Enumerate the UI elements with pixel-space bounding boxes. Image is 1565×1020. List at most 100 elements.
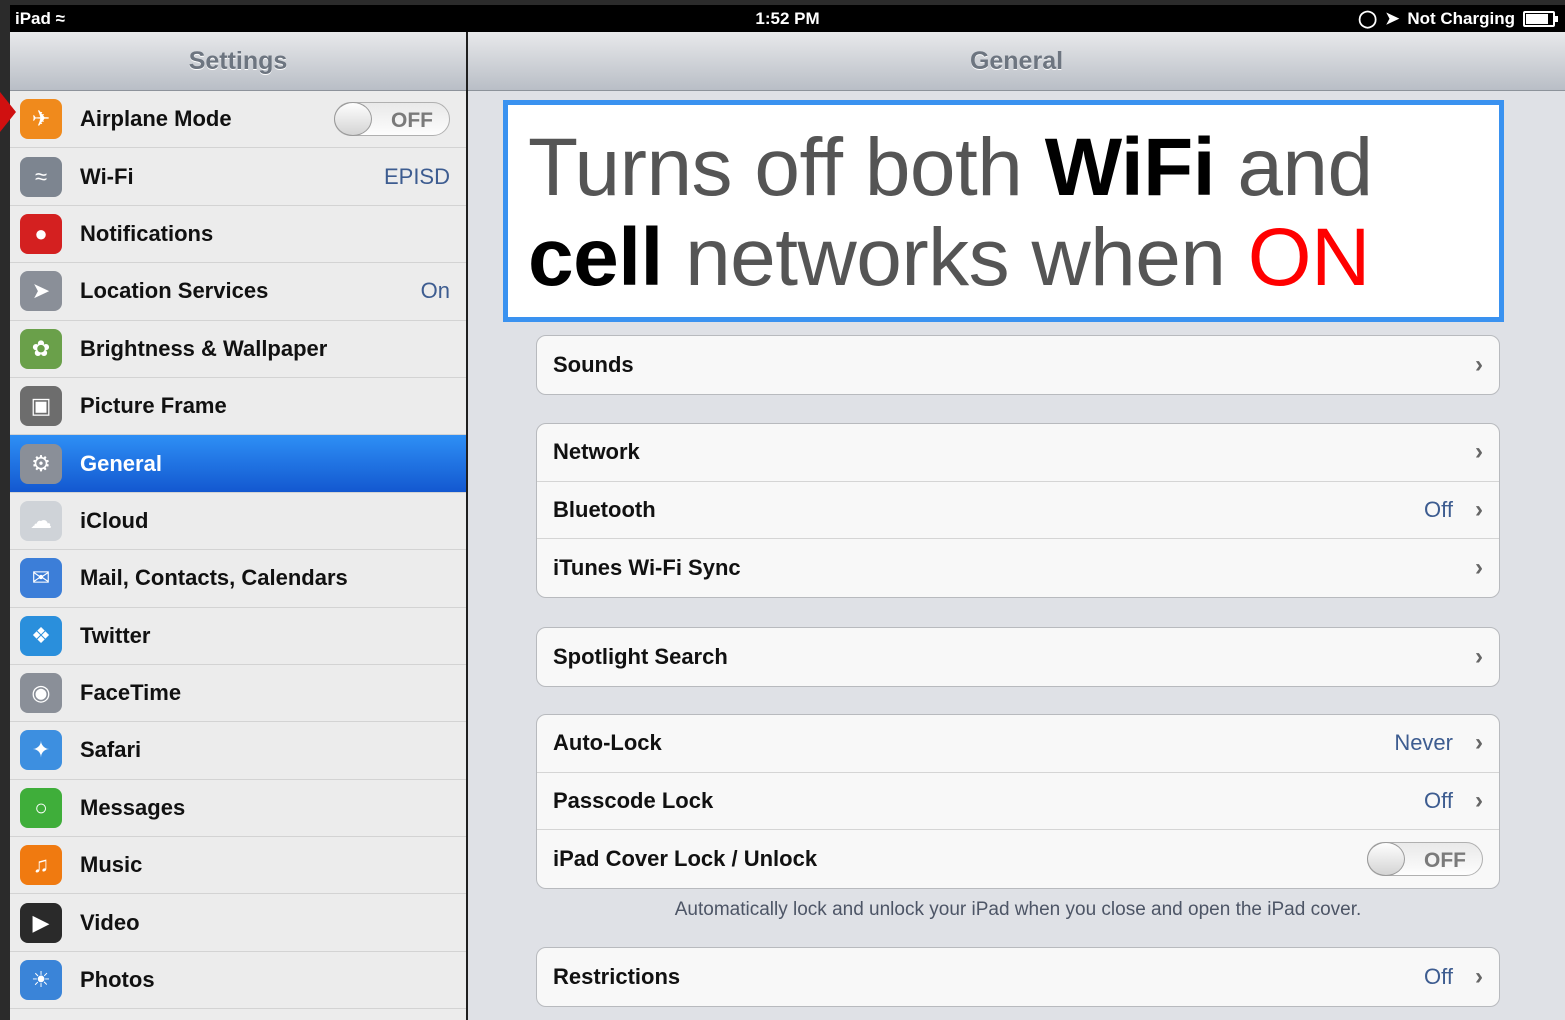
sidebar-item-value: EPISD: [383, 163, 450, 189]
picture-frame-icon: ▣: [20, 386, 62, 427]
row-label: Restrictions: [553, 963, 681, 989]
sidebar-item-label: Mail, Contacts, Calendars: [80, 565, 348, 591]
chevron-right-icon: ›: [1475, 786, 1483, 814]
sidebar-item-label: Safari: [80, 737, 142, 763]
settings-group: Auto-Lock Never › Passcode Lock Off › iPad Cov…: [536, 714, 1500, 889]
messages-icon: ○: [20, 787, 62, 828]
photos-icon: ☀: [20, 960, 62, 1001]
sidebar-item-music[interactable]: ♫ Music: [10, 837, 466, 895]
status-time: 1:52 PM: [755, 9, 820, 28]
callout-text-3: networks when: [662, 212, 1248, 303]
sidebar-item-video[interactable]: ▶ Video: [10, 894, 466, 952]
battery-icon: [1523, 11, 1558, 27]
sidebar-item-label: Twitter: [80, 622, 151, 648]
sidebar-item-label: Picture Frame: [80, 393, 227, 419]
callout-box: Turns off both WiFi and cell networks whe…: [503, 100, 1504, 322]
sidebar-item-brightness-wallpaper[interactable]: ✿ Brightness & Wallpaper: [10, 321, 466, 378]
sidebar-item-general[interactable]: ⚙ General: [10, 435, 466, 493]
sidebar-item-safari[interactable]: ✦ Safari: [10, 722, 466, 780]
sidebar-item-label: Video: [80, 909, 140, 935]
status-bar: iPad ≈ 1:52 PM ◯ ➤ Not Charging: [10, 5, 1565, 32]
chevron-right-icon: ›: [1475, 553, 1483, 581]
chevron-right-icon: ›: [1475, 438, 1483, 466]
sidebar-item-label: Wi-Fi: [80, 163, 134, 189]
row-value: Off: [1424, 496, 1453, 522]
sidebar-item-label: iCloud: [80, 507, 149, 533]
settings-group: Spotlight Search ›: [536, 627, 1500, 687]
charging-status: Not Charging: [1407, 9, 1515, 28]
row-label: Spotlight Search: [553, 643, 728, 669]
sidebar-item-label: General: [80, 450, 162, 476]
general-row-network[interactable]: Network ›: [537, 424, 1499, 482]
sidebar-title: Settings: [10, 32, 466, 91]
sidebar-item-airplane-mode[interactable]: ✈ Airplane Mode OFF: [10, 91, 466, 149]
sidebar-item-label: Photos: [80, 967, 155, 993]
toggle-knob: [334, 102, 372, 136]
general-row-ipad-cover-lock-unlock[interactable]: iPad Cover Lock / Unlock OFF: [537, 830, 1499, 888]
cloud-icon: ☁: [20, 500, 62, 541]
wifi-icon: ≈: [20, 156, 62, 197]
row-label: Auto-Lock: [553, 730, 662, 756]
sidebar-item-location-services[interactable]: ➤ Location Services On: [10, 263, 466, 321]
sidebar-item-label: Brightness & Wallpaper: [80, 335, 328, 361]
flower-icon: ✿: [20, 328, 62, 369]
sidebar-item-label: FaceTime: [80, 680, 182, 706]
sidebar-item-label: Messages: [80, 794, 186, 820]
sidebar-item-messages[interactable]: ○ Messages: [10, 780, 466, 838]
sidebar-item-notifications[interactable]: ● Notifications: [10, 206, 466, 264]
general-row-spotlight-search[interactable]: Spotlight Search ›: [537, 628, 1499, 686]
sidebar-item-label: Notifications: [80, 220, 214, 246]
cover-lock-toggle[interactable]: OFF: [1367, 842, 1483, 876]
airplane-mode-toggle[interactable]: OFF: [334, 102, 450, 136]
toggle-knob: [1367, 842, 1405, 876]
row-label: Bluetooth: [553, 496, 656, 522]
general-row-restrictions[interactable]: Restrictions Off ›: [537, 948, 1499, 1006]
row-value: Never: [1394, 730, 1453, 756]
row-label: Network: [553, 439, 640, 465]
sidebar-item-twitter[interactable]: ❖ Twitter: [10, 608, 466, 665]
sidebar-item-picture-frame[interactable]: ▣ Picture Frame: [10, 378, 466, 436]
chevron-right-icon: ›: [1475, 962, 1483, 990]
callout-text-2: and: [1215, 122, 1373, 213]
sidebar-item-facetime[interactable]: ◉ FaceTime: [10, 665, 466, 723]
sidebar-item-mail-contacts-calendars[interactable]: ✉ Mail, Contacts, Calendars: [10, 550, 466, 608]
settings-group: Sounds ›: [536, 335, 1500, 395]
sidebar-item-photos[interactable]: ☀ Photos: [10, 952, 466, 1010]
music-icon: ♫: [20, 845, 62, 886]
settings-menu: ✈ Airplane Mode OFF ≈ Wi-Fi EPISD ● Notificatio…: [10, 91, 466, 1010]
chevron-right-icon: ›: [1475, 729, 1483, 757]
toggle-state-label: OFF: [391, 109, 433, 132]
callout-wifi: WiFi: [1044, 122, 1216, 213]
callout-text-1: Turns off both: [528, 122, 1045, 213]
general-row-sounds[interactable]: Sounds ›: [537, 336, 1499, 394]
general-row-itunes-wi-fi-sync[interactable]: iTunes Wi-Fi Sync ›: [537, 539, 1499, 597]
rotation-lock-icon: ◯: [1358, 9, 1378, 28]
sidebar-item-label: Location Services: [80, 278, 269, 304]
chevron-right-icon: ›: [1475, 642, 1483, 670]
row-value: Off: [1424, 963, 1453, 989]
pointer-arrow-icon: [0, 92, 16, 132]
video-icon: ▶: [20, 902, 62, 943]
notifications-icon: ●: [20, 213, 62, 254]
callout-on: ON: [1247, 212, 1371, 303]
general-title: General: [468, 32, 1565, 91]
sidebar-item-icloud[interactable]: ☁ iCloud: [10, 493, 466, 551]
safari-icon: ✦: [20, 730, 62, 771]
airplane-icon: ✈: [20, 99, 62, 140]
mail-icon: ✉: [20, 558, 62, 599]
sidebar-item-wi-fi[interactable]: ≈ Wi-Fi EPISD: [10, 148, 466, 206]
chevron-right-icon: ›: [1475, 350, 1483, 378]
settings-group: Network › Bluetooth Off › iTunes Wi-Fi Sync ›: [536, 423, 1500, 598]
general-row-passcode-lock[interactable]: Passcode Lock Off ›: [537, 773, 1499, 830]
general-row-bluetooth[interactable]: Bluetooth Off ›: [537, 482, 1499, 539]
row-value: Off: [1424, 787, 1453, 813]
facetime-icon: ◉: [20, 673, 62, 714]
location-arrow-icon: ➤: [1385, 9, 1400, 28]
sidebar-item-label: Music: [80, 852, 143, 878]
settings-group: Restrictions Off ›: [536, 947, 1500, 1007]
row-label: Sounds: [553, 351, 634, 377]
callout-cell: cell: [528, 212, 663, 303]
general-row-auto-lock[interactable]: Auto-Lock Never ›: [537, 715, 1499, 773]
status-right: ◯ ➤ Not Charging: [1358, 9, 1558, 29]
sidebar-item-value: On: [420, 278, 450, 304]
